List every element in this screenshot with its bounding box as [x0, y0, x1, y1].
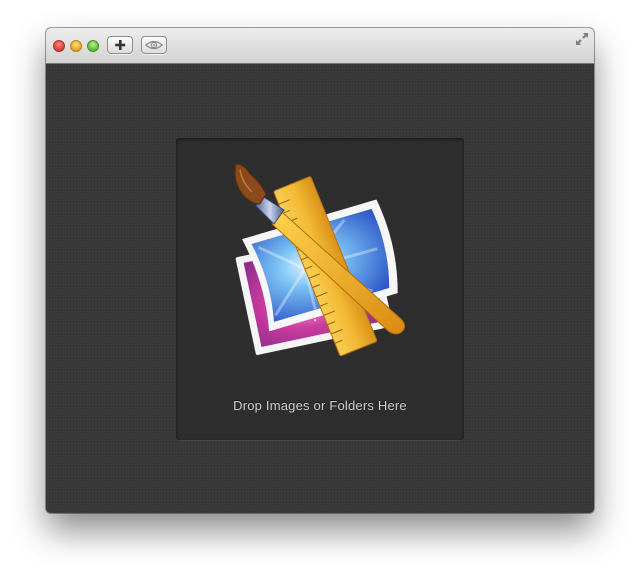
zoom-button[interactable]	[87, 40, 99, 52]
close-button[interactable]	[53, 40, 65, 52]
fullscreen-arrows-icon[interactable]	[575, 32, 589, 46]
minimize-button[interactable]	[70, 40, 82, 52]
drop-zone[interactable]: Drop Images or Folders Here	[176, 138, 464, 440]
plus-icon	[115, 40, 126, 50]
drop-instructions: Drop Images or Folders Here	[233, 398, 407, 413]
photo-ruler-brush-icon	[234, 163, 406, 357]
preview-button[interactable]	[141, 36, 167, 54]
app-window: Drop Images or Folders Here	[46, 28, 594, 513]
main-content: Drop Images or Folders Here	[46, 64, 594, 513]
add-button[interactable]	[107, 36, 133, 54]
eye-icon	[145, 40, 163, 50]
title-bar[interactable]	[46, 28, 594, 64]
